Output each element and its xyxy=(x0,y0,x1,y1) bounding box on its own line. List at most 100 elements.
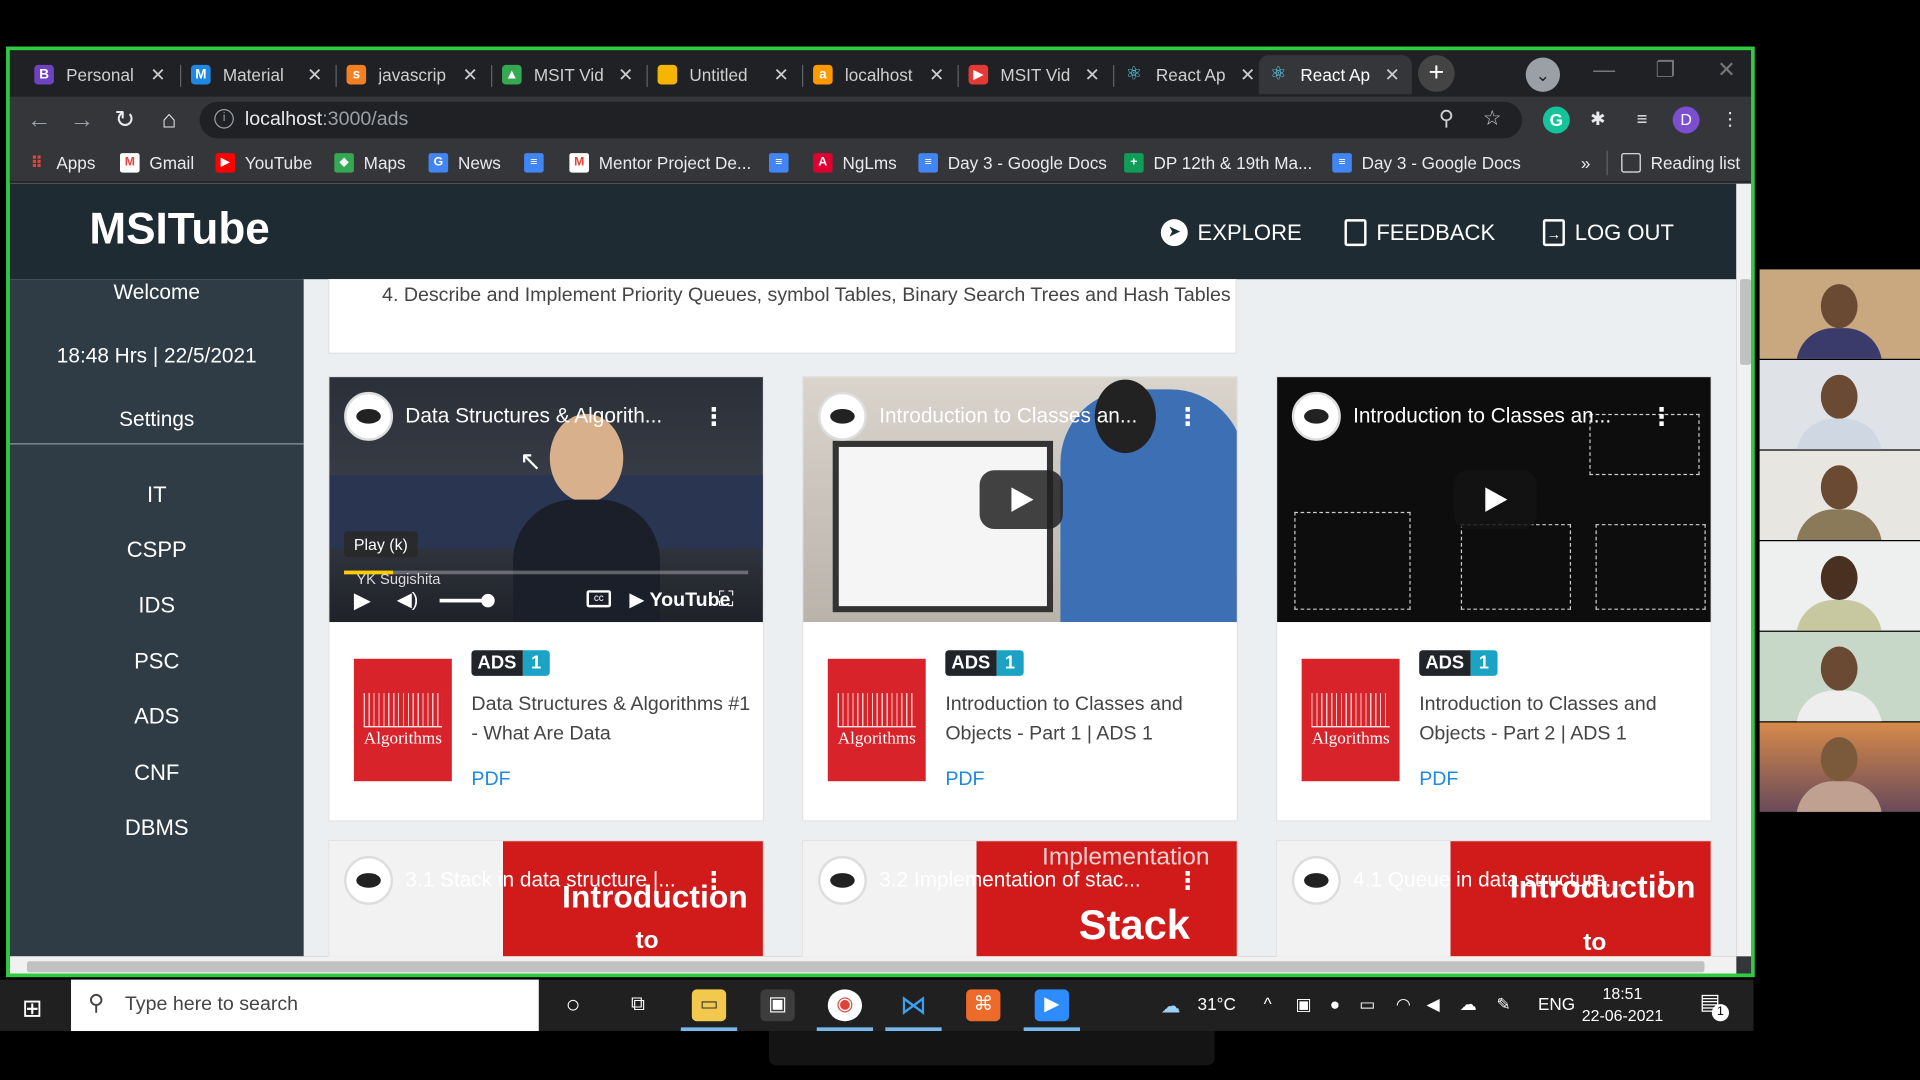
volume-icon[interactable]: ◀) xyxy=(397,588,419,612)
zoom-app-icon[interactable]: ▶ xyxy=(1034,989,1069,1022)
close-icon[interactable]: ✕ xyxy=(305,64,325,86)
chrome-icon[interactable]: ◉ xyxy=(827,989,863,1022)
tab-untitled[interactable]: Untitled ✕ xyxy=(648,55,801,94)
horizontal-scrollbar[interactable] xyxy=(9,956,1737,974)
extensions-icon[interactable]: ✱ xyxy=(1585,107,1612,134)
sidebar-item-it[interactable]: IT xyxy=(10,482,304,508)
captions-icon[interactable]: cc xyxy=(586,590,612,608)
home-icon[interactable]: ⌂ xyxy=(154,107,183,134)
video-title[interactable]: 4.1 Queue in data structure... xyxy=(1353,868,1623,892)
fullscreen-icon[interactable]: ⛶ xyxy=(719,588,734,612)
brand-logo[interactable]: MSITube xyxy=(89,203,269,254)
bookmark-docs-2[interactable]: ≡ xyxy=(768,153,798,173)
restore-icon[interactable]: ❐ xyxy=(1641,58,1690,84)
video-title[interactable]: 3.1 Stack in data structure |... xyxy=(405,868,675,892)
tab-javascript[interactable]: s javascrip ✕ xyxy=(337,55,490,94)
scroll-thumb[interactable] xyxy=(1740,279,1752,365)
explore-link[interactable]: ➤ EXPLORE xyxy=(1160,219,1302,247)
profile-avatar[interactable]: D xyxy=(1672,106,1700,134)
video-player[interactable]: Introduction to 4.1 Queue in data struct… xyxy=(1277,841,1711,957)
tab-personal[interactable]: B Personal ✕ xyxy=(24,55,177,94)
channel-avatar[interactable] xyxy=(344,855,394,905)
close-icon[interactable]: ✕ xyxy=(1238,64,1258,86)
participant-tile[interactable] xyxy=(1759,541,1920,631)
bookmark-apps[interactable]: ⠿ Apps xyxy=(27,153,96,173)
close-icon[interactable]: ✕ xyxy=(616,64,636,86)
microphone-icon[interactable]: ● xyxy=(1330,994,1340,1014)
cortana-icon[interactable]: ○ xyxy=(556,989,590,1021)
bookmark-gmail[interactable]: M Gmail xyxy=(120,153,194,173)
close-icon[interactable]: ✕ xyxy=(460,64,480,86)
minimize-icon[interactable]: — xyxy=(1580,58,1629,84)
channel-avatar[interactable] xyxy=(1291,855,1341,905)
windows-start-icon[interactable]: ⊞ xyxy=(22,993,43,1024)
play-button-icon[interactable] xyxy=(979,470,1063,529)
close-window-icon[interactable]: ✕ xyxy=(1702,58,1751,84)
progress-bar[interactable] xyxy=(344,570,749,575)
play-icon[interactable]: ▶ xyxy=(354,588,371,614)
bookmarks-overflow[interactable]: » xyxy=(1581,153,1591,173)
participant-tile[interactable] xyxy=(1759,450,1920,541)
reload-icon[interactable]: ↻ xyxy=(110,107,139,134)
more-icon[interactable]: ⋮ xyxy=(1176,402,1200,433)
sidebar-item-ids[interactable]: IDS xyxy=(10,593,304,619)
sidebar-item-cspp[interactable]: CSPP xyxy=(10,538,304,564)
weather-icon[interactable]: ☁ xyxy=(1161,994,1181,1018)
video-title[interactable]: Introduction to Classes an... xyxy=(1353,404,1611,428)
close-icon[interactable]: ✕ xyxy=(148,64,168,86)
grammarly-icon[interactable]: G xyxy=(1542,106,1570,134)
zoom-icon[interactable]: ⚲ xyxy=(1439,107,1454,131)
bookmark-maps[interactable]: ◆ Maps xyxy=(334,153,406,173)
more-icon[interactable]: ⋮ xyxy=(702,866,726,897)
bookmark-docs[interactable]: ≡ xyxy=(524,153,553,173)
terminal-icon[interactable]: ▣ xyxy=(760,989,795,1022)
participant-tile[interactable] xyxy=(1759,722,1920,812)
more-icon[interactable]: ⋮ xyxy=(1649,866,1673,897)
book-cover[interactable]: Algorithms xyxy=(827,658,926,782)
close-icon[interactable]: ✕ xyxy=(1382,64,1402,86)
app-icon[interactable]: ⌘ xyxy=(966,989,1001,1022)
sidebar-item-psc[interactable]: PSC xyxy=(10,649,304,675)
more-icon[interactable]: ⋮ xyxy=(1649,402,1673,433)
feedback-link[interactable]: FEEDBACK xyxy=(1344,219,1495,247)
taskbar-search[interactable]: ⚲ Type here to search xyxy=(71,979,539,1032)
battery-icon[interactable]: ▭ xyxy=(1359,994,1375,1015)
tab-msit-video-drive[interactable]: ▲ MSIT Vid ✕ xyxy=(492,55,645,94)
back-icon[interactable]: ← xyxy=(24,107,53,134)
channel-avatar[interactable] xyxy=(1291,391,1341,441)
video-player[interactable]: Implementation Stack 3.2 Implementation … xyxy=(803,841,1237,957)
video-player[interactable]: Introduction to Classes an... ⋮ xyxy=(803,377,1237,623)
more-icon[interactable]: ⋮ xyxy=(702,402,726,433)
pen-icon[interactable]: ✎ xyxy=(1496,994,1510,1015)
pdf-link[interactable]: PDF xyxy=(1419,769,1458,791)
tab-react-app[interactable]: ⚛ React Ap ✕ xyxy=(1114,55,1267,94)
participant-tile[interactable] xyxy=(1759,631,1920,722)
language-indicator[interactable]: ENG xyxy=(1538,994,1575,1014)
tab-search-icon[interactable]: ⌄ xyxy=(1525,57,1561,92)
address-bar[interactable]: i localhost:3000/ads ⚲ ☆ xyxy=(199,101,1523,139)
task-view-icon[interactable]: ⧉ xyxy=(621,989,655,1021)
sidebar-item-ads[interactable]: ADS xyxy=(10,704,304,730)
bookmark-nglms[interactable]: A NgLms xyxy=(813,153,897,173)
participant-tile[interactable] xyxy=(1759,269,1920,359)
system-clock[interactable]: 18:51 22-06-2021 xyxy=(1580,983,1666,1027)
book-cover[interactable]: Algorithms xyxy=(353,658,452,782)
tab-material[interactable]: M Material ✕ xyxy=(181,55,334,94)
book-cover[interactable]: Algorithms xyxy=(1301,658,1400,782)
new-tab-button[interactable]: + xyxy=(1417,55,1455,92)
bookmark-mentor-project[interactable]: M Mentor Project De... xyxy=(569,153,751,173)
speaker-icon[interactable]: ◀ xyxy=(1427,994,1440,1015)
reading-list[interactable]: Reading list xyxy=(1621,153,1740,173)
sidebar-item-dbms[interactable]: DBMS xyxy=(10,816,304,842)
video-title[interactable]: Introduction to Classes an... xyxy=(879,404,1137,428)
volume-handle[interactable] xyxy=(481,593,495,608)
close-icon[interactable]: ✕ xyxy=(771,64,791,86)
wifi-icon[interactable]: ◠ xyxy=(1396,994,1411,1015)
more-icon[interactable]: ⋮ xyxy=(1176,866,1200,897)
bookmark-news[interactable]: G News xyxy=(428,153,501,173)
bookmark-youtube[interactable]: ▶ YouTube xyxy=(215,153,312,173)
file-explorer-icon[interactable]: ▭ xyxy=(691,989,727,1022)
vscode-icon[interactable]: ⋈ xyxy=(896,989,930,1021)
play-button-icon[interactable] xyxy=(1453,470,1537,529)
bookmark-day3-docs-2[interactable]: ≡ Day 3 - Google Docs xyxy=(1332,153,1521,173)
